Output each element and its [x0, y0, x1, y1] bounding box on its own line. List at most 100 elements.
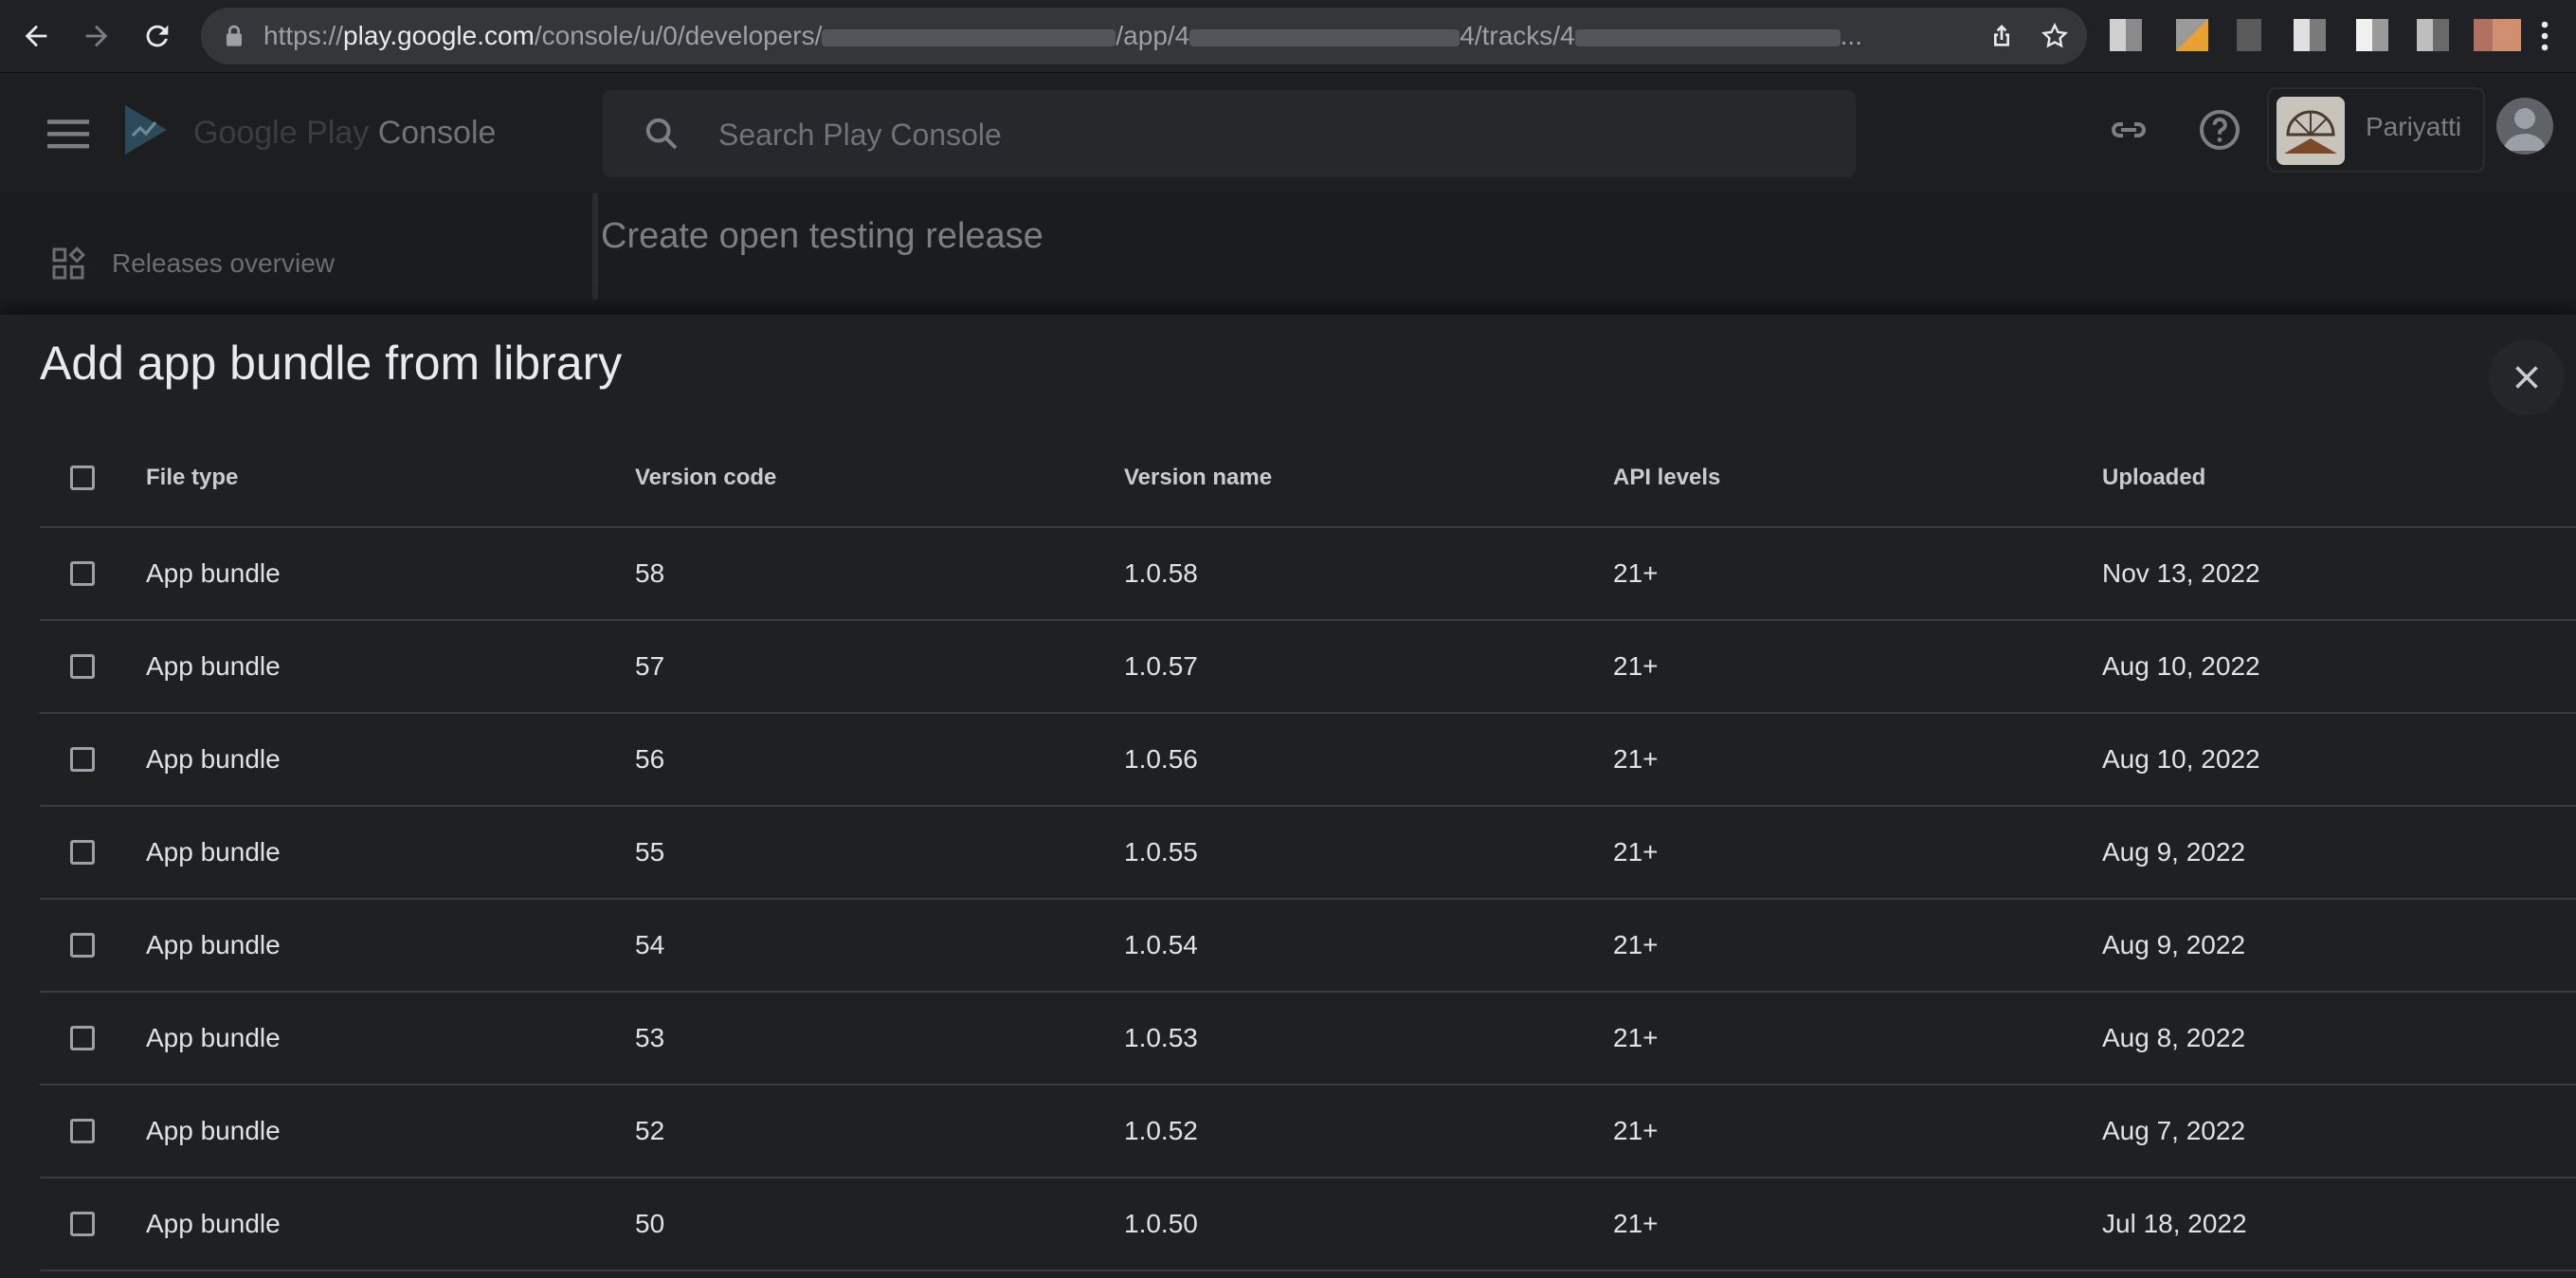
row-checkbox[interactable]	[70, 1119, 95, 1143]
sidebar-item-label: Releases overview	[112, 248, 335, 278]
row-checkbox[interactable]	[70, 1026, 95, 1050]
cell-api-levels: 21+	[1613, 1116, 1659, 1145]
table-row[interactable]: App bundle 50 1.0.50 21+ Jul 18, 2022	[40, 1178, 2576, 1270]
cell-version-name: 1.0.54	[1124, 930, 1198, 959]
row-checkbox[interactable]	[70, 561, 95, 586]
forward-button[interactable]	[76, 15, 118, 57]
cell-version-name: 1.0.52	[1124, 1116, 1198, 1145]
close-icon	[2515, 366, 2538, 389]
dashboard-icon	[52, 246, 85, 280]
cell-uploaded: Jul 18, 2022	[2102, 1209, 2247, 1238]
cell-version-name: 1.0.53	[1124, 1023, 1198, 1052]
address-bar[interactable]: https://play.google.com/console/u/0/deve…	[201, 8, 2087, 64]
search-bar[interactable]	[603, 90, 1856, 177]
lock-icon	[227, 25, 242, 46]
cell-version-code: 53	[635, 1023, 665, 1052]
play-console-logo-icon[interactable]	[121, 101, 171, 158]
cell-uploaded: Aug 9, 2022	[2102, 837, 2246, 867]
help-icon[interactable]	[2197, 107, 2242, 153]
table-row[interactable]: App bundle 57 1.0.57 21+ Aug 10, 2022	[40, 620, 2576, 713]
pariyatti-logo-icon	[2277, 97, 2345, 165]
cell-api-levels: 21+	[1613, 651, 1659, 681]
column-header-api-levels: API levels	[1613, 464, 1721, 490]
cell-file-type: App bundle	[146, 837, 281, 867]
app-header: Google Play Console Pariyatti	[0, 73, 2576, 191]
table-row[interactable]: App bundle 54 1.0.54 21+ Aug 9, 2022	[40, 899, 2576, 992]
cell-version-code: 57	[635, 651, 665, 681]
column-header-version-code: Version code	[635, 464, 777, 490]
column-header-version-name: Version name	[1124, 464, 1273, 490]
reload-button[interactable]	[136, 15, 178, 57]
table-header-row: File type Version code Version name API …	[40, 429, 2576, 527]
row-checkbox[interactable]	[70, 747, 95, 772]
row-checkbox[interactable]	[70, 840, 95, 865]
table-row[interactable]: App bundle 58 1.0.58 21+ Nov 13, 2022	[40, 527, 2576, 620]
cell-file-type: App bundle	[146, 1023, 281, 1052]
forward-arrow-icon	[85, 25, 108, 47]
bookmark-star-icon[interactable]	[2040, 21, 2070, 51]
share-icon[interactable]	[1986, 21, 2017, 51]
cell-uploaded: Aug 10, 2022	[2102, 651, 2260, 681]
app-icon	[2277, 97, 2345, 165]
profile-avatar[interactable]	[2474, 19, 2521, 51]
table-row[interactable]: App bundle 52 1.0.52 21+ Aug 7, 2022	[40, 1085, 2576, 1178]
user-avatar[interactable]	[2496, 98, 2553, 155]
add-app-bundle-dialog: Add app bundle from library File type Ve…	[0, 315, 2576, 1278]
search-icon	[645, 118, 678, 150]
extension-icon[interactable]	[2294, 19, 2326, 51]
cell-file-type: App bundle	[146, 651, 281, 681]
cell-api-levels: 21+	[1613, 1209, 1659, 1238]
extension-icon[interactable]	[2417, 19, 2449, 51]
back-button[interactable]	[15, 15, 57, 57]
extension-icon[interactable]	[2176, 19, 2208, 51]
cell-uploaded: Aug 8, 2022	[2102, 1023, 2246, 1052]
cell-api-levels: 21+	[1613, 1023, 1659, 1052]
reload-icon	[146, 25, 169, 47]
cell-api-levels: 21+	[1613, 744, 1659, 774]
cell-version-code: 58	[635, 558, 665, 588]
account-name: Pariyatti	[2366, 112, 2462, 141]
person-icon	[2504, 108, 2546, 151]
cell-version-name: 1.0.55	[1124, 837, 1198, 867]
close-button[interactable]	[2489, 339, 2565, 415]
column-header-file-type: File type	[146, 464, 239, 490]
extension-icon[interactable]	[2110, 19, 2142, 51]
cell-api-levels: 21+	[1613, 930, 1659, 959]
table-row[interactable]: App bundle 55 1.0.55 21+ Aug 9, 2022	[40, 806, 2576, 899]
cell-version-code: 52	[635, 1116, 665, 1145]
cell-file-type: App bundle	[146, 1209, 281, 1238]
browser-toolbar: https://play.google.com/console/u/0/deve…	[0, 0, 2576, 73]
cell-uploaded: Aug 9, 2022	[2102, 930, 2246, 959]
cell-uploaded: Aug 10, 2022	[2102, 744, 2260, 774]
cell-file-type: App bundle	[146, 930, 281, 959]
cell-api-levels: 21+	[1613, 558, 1659, 588]
back-arrow-icon	[25, 25, 47, 47]
table-row[interactable]: App bundle 56 1.0.56 21+ Aug 10, 2022	[40, 713, 2576, 806]
page-title: Create open testing release	[601, 216, 1043, 256]
app-bundle-table: File type Version code Version name API …	[40, 429, 2576, 1271]
row-checkbox[interactable]	[70, 933, 95, 958]
account-switcher[interactable]: Pariyatti	[2267, 87, 2485, 173]
cell-version-name: 1.0.50	[1124, 1209, 1198, 1238]
more-vert-icon[interactable]	[2531, 19, 2559, 53]
redacted-text	[1189, 28, 1460, 46]
content-divider	[592, 193, 598, 300]
table-row[interactable]: App bundle 53 1.0.53 21+ Aug 8, 2022	[40, 992, 2576, 1085]
brand-title[interactable]: Google Play Console	[193, 115, 496, 152]
cell-api-levels: 21+	[1613, 837, 1659, 867]
cell-version-name: 1.0.56	[1124, 744, 1198, 774]
row-checkbox[interactable]	[70, 1212, 95, 1236]
sidebar-item-releases-overview[interactable]: Releases overview	[49, 245, 335, 283]
extension-icon[interactable]	[2237, 19, 2261, 51]
row-checkbox[interactable]	[70, 654, 95, 679]
menu-icon[interactable]	[47, 117, 89, 151]
cell-uploaded: Aug 7, 2022	[2102, 1116, 2246, 1145]
redacted-text	[1574, 28, 1841, 46]
select-all-checkbox[interactable]	[70, 465, 95, 490]
cell-version-code: 54	[635, 930, 665, 959]
link-icon[interactable]	[2106, 107, 2151, 153]
search-input[interactable]	[717, 111, 1763, 158]
cell-version-name: 1.0.58	[1124, 558, 1198, 588]
extension-icon[interactable]	[2356, 19, 2388, 51]
cell-version-code: 50	[635, 1209, 665, 1238]
